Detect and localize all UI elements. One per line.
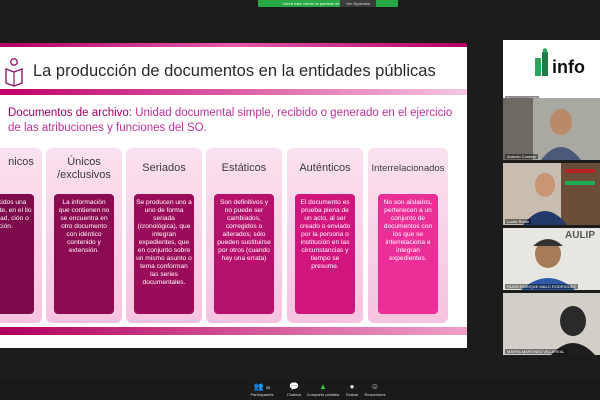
definition: Documentos de archivo: Unidad documental… xyxy=(8,106,463,136)
participant-tile-lucila[interactable]: Lucila Ruido xyxy=(503,163,600,225)
participant-name: HUGO ENRIQUE MALO RODRIGUEZ xyxy=(505,284,578,289)
participant-name: Antonio Conreja xyxy=(505,154,538,159)
reading-person-icon xyxy=(5,58,23,87)
title-rule xyxy=(0,89,467,95)
card-body: Son definitivos y no puede ser cambiados… xyxy=(214,194,274,314)
card-autenticos: Auténticos El documento es prueba plena … xyxy=(287,148,363,323)
screen-share-banner[interactable]: Usted está viendo la pantalla de LIC. Ju… xyxy=(258,0,398,7)
participants-label: Participantes xyxy=(250,392,274,397)
card-body: La información que contienen no se encue… xyxy=(54,194,114,314)
card-body: on ducidos una ción o nte, en el llo de … xyxy=(0,194,34,314)
participant-tile-info[interactable]: info Reuniones INFO xyxy=(503,40,600,102)
participant-name: Lucila Ruido xyxy=(505,219,532,224)
card-estaticos: Estáticos Son definitivos y no puede ser… xyxy=(206,148,282,323)
card-title: Seriados xyxy=(142,162,186,174)
participants-icon: 👥 58 xyxy=(253,382,271,391)
slide-title: La producción de documentos en la entida… xyxy=(33,62,436,80)
card-title: Estáticos xyxy=(221,162,267,174)
card-unicos-exclusivos: Únicos /exclusivos La información que co… xyxy=(46,148,122,323)
meeting-toolbar: 👥 58 Participantes 💬 Chatear ▲ Compartir… xyxy=(0,380,600,400)
participant-tile-antonio[interactable]: Antonio Conreja xyxy=(503,98,600,160)
reactions-button[interactable]: ☺ Reacciones xyxy=(357,382,393,398)
reactions-label: Reacciones xyxy=(364,392,386,397)
card-body: No son aislados, pertenecen a un conjunt… xyxy=(378,194,438,314)
shared-slide: La producción de documentos en la entida… xyxy=(0,43,467,348)
slide-bottom-band xyxy=(0,327,467,335)
reactions-icon: ☺ xyxy=(370,382,380,391)
participant-video-icon xyxy=(503,293,600,355)
participant-tile-hugo[interactable]: AULIP HUGO ENRIQUE MALO RODRIGUEZ xyxy=(503,228,600,290)
slide-top-border xyxy=(0,43,467,47)
card-unicos-partial: nicos on ducidos una ción o nte, en el l… xyxy=(0,148,42,323)
participant-tile-mayra[interactable]: MAYRA MARTINEZ VILLAREAL xyxy=(503,293,600,355)
card-body: Se producen uno a uno de forma seriada (… xyxy=(134,194,194,314)
card-title: Únicos /exclusivos xyxy=(57,156,111,181)
participant-name: MAYRA MARTINEZ VILLAREAL xyxy=(505,349,567,354)
participant-video-icon xyxy=(503,98,600,160)
card-seriados: Seriados Se producen uno a uno de forma … xyxy=(126,148,202,323)
definition-term: Documentos de archivo: xyxy=(8,107,133,119)
participants-button[interactable]: 👥 58 Participantes xyxy=(244,382,280,398)
wall-text: AULIP xyxy=(565,230,595,241)
zoom-meeting-window: Usted está viendo la pantalla de LIC. Ju… xyxy=(0,0,600,400)
card-title: Auténticos xyxy=(299,162,351,174)
view-options-button[interactable]: Ver Opciones xyxy=(340,0,377,7)
info-logo-icon xyxy=(535,48,548,76)
participant-video-icon xyxy=(503,163,600,225)
info-logo-text: info xyxy=(552,57,585,77)
characteristics-cards: nicos on ducidos una ción o nte, en el l… xyxy=(0,148,467,323)
card-interrelacionados: Interrelacionados No son aislados, perte… xyxy=(368,148,448,323)
card-title: Interrelacionados xyxy=(371,163,445,174)
card-body: El documento es prueba plena de un acto,… xyxy=(295,194,355,314)
